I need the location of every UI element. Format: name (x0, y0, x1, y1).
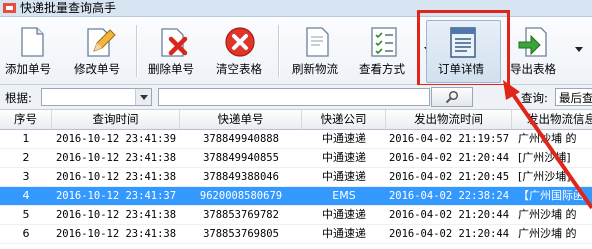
table-cell: 378849940855 (203, 152, 279, 164)
clear-table-label: 清空表格 (216, 62, 262, 76)
order-detail-button[interactable]: 订单详情 (432, 17, 494, 84)
table-cell: 中通速递 (322, 208, 366, 221)
table-row[interactable]: 5 2016-10-12 23:41:38 378853769782 中通速递 2016… (0, 206, 592, 225)
table-cell: 中通速递 (322, 170, 366, 183)
toolbar: 添加单号 修改单号 删除单号 清空表格 刷新物流 查看方式 订单详情 导出表格 (0, 17, 592, 85)
table-cell: 4 (22, 189, 30, 202)
table-cell: 2016-10-12 23:41:38 (55, 228, 177, 240)
column-header-query-time[interactable]: 查询时间 (52, 110, 180, 129)
table-row[interactable]: 6 2016-10-12 23:41:38 378853769805 中通速递 2016… (0, 225, 592, 244)
table-cell: [广州沙埔] (518, 170, 571, 183)
table-cell: 6 (22, 227, 30, 240)
order-detail-icon (450, 27, 476, 58)
table-cell: 广州沙埔 的 (518, 132, 577, 145)
table-cell: 378853769782 (203, 209, 279, 221)
column-header-dispatch-info[interactable]: 发出物流信息 (512, 110, 592, 129)
table-cell: 378849388046 (203, 171, 279, 183)
table-cell: 2016-04-02 21:19:57 (388, 133, 510, 145)
window-title: 快递批量查询高手 (20, 1, 117, 15)
results-table: 序号 查询时间 快递单号 快递公司 发出物流时间 发出物流信息 1 2016-10… (0, 110, 592, 249)
query-select-value: 最后查 (559, 91, 592, 105)
toolbar-separator (278, 25, 279, 77)
table-cell: 5 (22, 208, 30, 221)
search-input[interactable] (158, 88, 430, 106)
table-cell: 2016-10-12 23:41:38 (55, 171, 177, 183)
table-row[interactable]: 3 2016-10-12 23:41:38 378849388046 中通速递 2016… (0, 168, 592, 187)
column-header-index[interactable]: 序号 (0, 110, 52, 129)
table-cell: [广州沙埔] (518, 151, 571, 164)
table-cell: 广州沙埔 的 (518, 208, 577, 221)
table-cell: 378849940888 (203, 133, 279, 145)
table-row[interactable]: 4 2016-10-12 23:41:37 9620008580679 EMS 2016… (0, 187, 592, 206)
filter-bar: 根据: 查询: 最后查 (0, 85, 592, 110)
table-cell: 中通速递 (322, 132, 366, 145)
table-cell: 2016-10-12 23:41:37 (55, 190, 177, 202)
table-cell: 378853769805 (203, 228, 279, 240)
root-label: 根据: (5, 91, 32, 105)
table-row[interactable]: 2 2016-10-12 23:41:38 378849940855 中通速递 2016… (0, 149, 592, 168)
table-cell: 2016-04-02 21:20:44 (388, 209, 510, 221)
edit-tracking-label: 修改单号 (74, 62, 120, 76)
table-cell: 2016-04-02 22:38:24 (388, 190, 510, 202)
table-cell: 2016-04-02 21:20:45 (388, 171, 510, 183)
table-cell: 2016-04-02 21:20:44 (388, 152, 510, 164)
query-label: 查询: (521, 91, 548, 105)
table-header: 序号 查询时间 快递单号 快递公司 发出物流时间 发出物流信息 (0, 110, 592, 130)
order-detail-label: 订单详情 (438, 62, 484, 76)
column-header-courier[interactable]: 快递公司 (302, 110, 386, 129)
table-cell: 2016-04-02 21:20:44 (388, 228, 510, 240)
table-cell: 2 (22, 151, 30, 164)
table-cell: 1 (22, 132, 30, 145)
refresh-document-icon (306, 27, 329, 57)
table-cell: 9620008580679 (199, 190, 283, 202)
root-select[interactable] (41, 88, 152, 106)
toolbar-separator (136, 25, 137, 77)
search-icon (445, 90, 459, 104)
table-cell: 2016-10-12 23:41:38 (55, 152, 177, 164)
chevron-down-icon[interactable] (135, 89, 151, 105)
refresh-logistics-label: 刷新物流 (292, 62, 338, 76)
clear-icon (225, 27, 255, 57)
table-row[interactable]: 1 2016-10-12 23:41:39 378849940888 中通速递 2016… (0, 130, 592, 149)
add-tracking-label: 添加单号 (5, 62, 51, 76)
export-table-button[interactable]: 导出表格 (506, 17, 566, 84)
table-cell: EMS (332, 189, 356, 202)
add-tracking-button[interactable]: 添加单号 (3, 17, 58, 84)
clear-table-button[interactable]: 清空表格 (213, 17, 268, 84)
refresh-logistics-button[interactable]: 刷新物流 (290, 17, 345, 84)
table-cell: 2016-10-12 23:41:39 (55, 133, 177, 145)
table-cell: 2016-10-12 23:41:38 (55, 209, 177, 221)
query-select[interactable]: 最后查 (555, 88, 592, 106)
edit-tracking-button[interactable]: 修改单号 (72, 17, 127, 84)
app-icon (3, 3, 16, 13)
table-cell: 中通速递 (322, 227, 366, 240)
title-bar: 快递批量查询高手 (0, 0, 592, 17)
table-cell: 中通速递 (322, 151, 366, 164)
delete-tracking-label: 删除单号 (148, 62, 194, 76)
table-cell: 广州沙埔 的 (518, 227, 577, 240)
search-button[interactable] (431, 87, 473, 107)
delete-tracking-button[interactable]: 删除单号 (146, 17, 201, 84)
table-cell: 3 (22, 170, 30, 183)
export-icon (518, 27, 547, 57)
view-mode-button[interactable]: 查看方式 (355, 17, 415, 84)
column-header-dispatch-time[interactable]: 发出物流时间 (386, 110, 512, 129)
export-dropdown-icon[interactable] (575, 45, 583, 53)
document-edit-icon (87, 28, 116, 57)
document-delete-icon (161, 28, 188, 57)
checklist-icon (371, 27, 397, 57)
export-table-label: 导出表格 (510, 62, 556, 76)
table-cell: 【广州国际函 (518, 189, 584, 202)
document-add-icon (21, 27, 44, 57)
column-header-tracking-number[interactable]: 快递单号 (180, 110, 302, 129)
view-mode-label: 查看方式 (359, 62, 405, 76)
